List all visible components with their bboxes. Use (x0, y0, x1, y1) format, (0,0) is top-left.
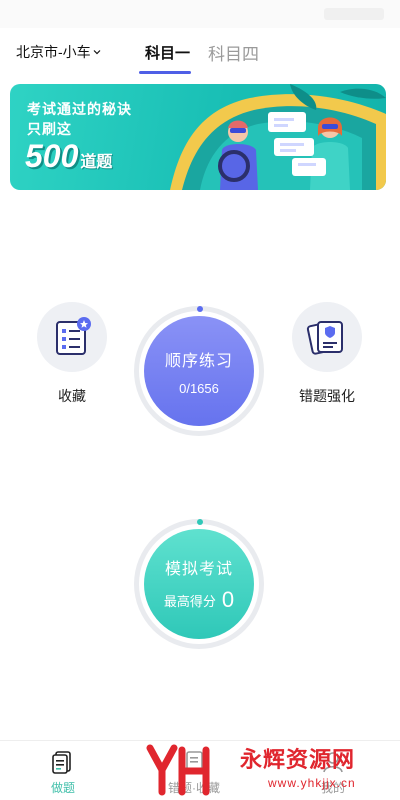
checklist-star-icon (56, 317, 91, 355)
sequential-practice-button[interactable]: 顺序练习 0/1656 (144, 316, 254, 426)
top-header: 北京市-小车 科目一 科目四 (0, 28, 400, 74)
chevron-down-icon (93, 50, 101, 55)
mock-exam-button[interactable]: 模拟考试 最高得分 0 (144, 529, 254, 639)
exam-score-label: 最高得分 (163, 593, 216, 609)
tab-subject-four[interactable]: 科目四 (208, 40, 259, 65)
tab-wrong-favorites-label: 错题·收藏 (168, 781, 220, 795)
status-icons (324, 8, 384, 20)
banner-headline: 考试通过的秘诀 (27, 101, 132, 117)
banner-unit: 道题 (80, 154, 113, 171)
favorites-button[interactable]: 收藏 (37, 302, 107, 406)
tab-me-label: 我的 (320, 781, 345, 795)
practice-progress: 0/1656 (179, 380, 219, 396)
favorites-icon-wrap (37, 302, 107, 372)
exam-title: 模拟考试 (164, 561, 233, 578)
wrong-questions-button[interactable]: 错题强化 (292, 302, 362, 406)
user-icon (323, 752, 343, 773)
favorites-label: 收藏 (58, 388, 86, 404)
wrong-questions-label: 错题强化 (299, 388, 355, 404)
document-icon (52, 751, 71, 774)
city-selector[interactable]: 北京市-小车 (16, 42, 101, 62)
exam-progress-dot (197, 519, 203, 525)
practice-title: 顺序练习 (164, 352, 233, 370)
exam-score-value: 0 (221, 587, 235, 612)
practice-progress-dot (197, 306, 203, 312)
wrong-icon-wrap (292, 302, 362, 372)
tab-wrong-favorites[interactable]: 错题·收藏 (168, 749, 220, 796)
tab-practice[interactable]: 做题 (50, 749, 76, 796)
banner-number: 500 (25, 138, 79, 174)
promo-banner[interactable]: 考试通过的秘诀 只刷这 500 道题 (10, 84, 386, 190)
tab-me[interactable]: 我的 (320, 749, 346, 796)
cards-stack-icon (306, 321, 343, 355)
active-tab-indicator (139, 71, 191, 74)
book-icon (186, 751, 203, 773)
tab-subject-one[interactable]: 科目一 (145, 42, 190, 63)
bottom-tab-bar: 做题 错题·收藏 我的 (0, 740, 400, 800)
tab-practice-label: 做题 (50, 781, 75, 795)
banner-highlight: 500 道题 (25, 138, 112, 175)
car-driving-illustration (170, 84, 386, 190)
banner-subline: 只刷这 (27, 121, 72, 137)
status-bar (0, 0, 400, 28)
city-label: 北京市-小车 (16, 44, 91, 60)
exam-score-row: 最高得分 0 (164, 587, 234, 613)
